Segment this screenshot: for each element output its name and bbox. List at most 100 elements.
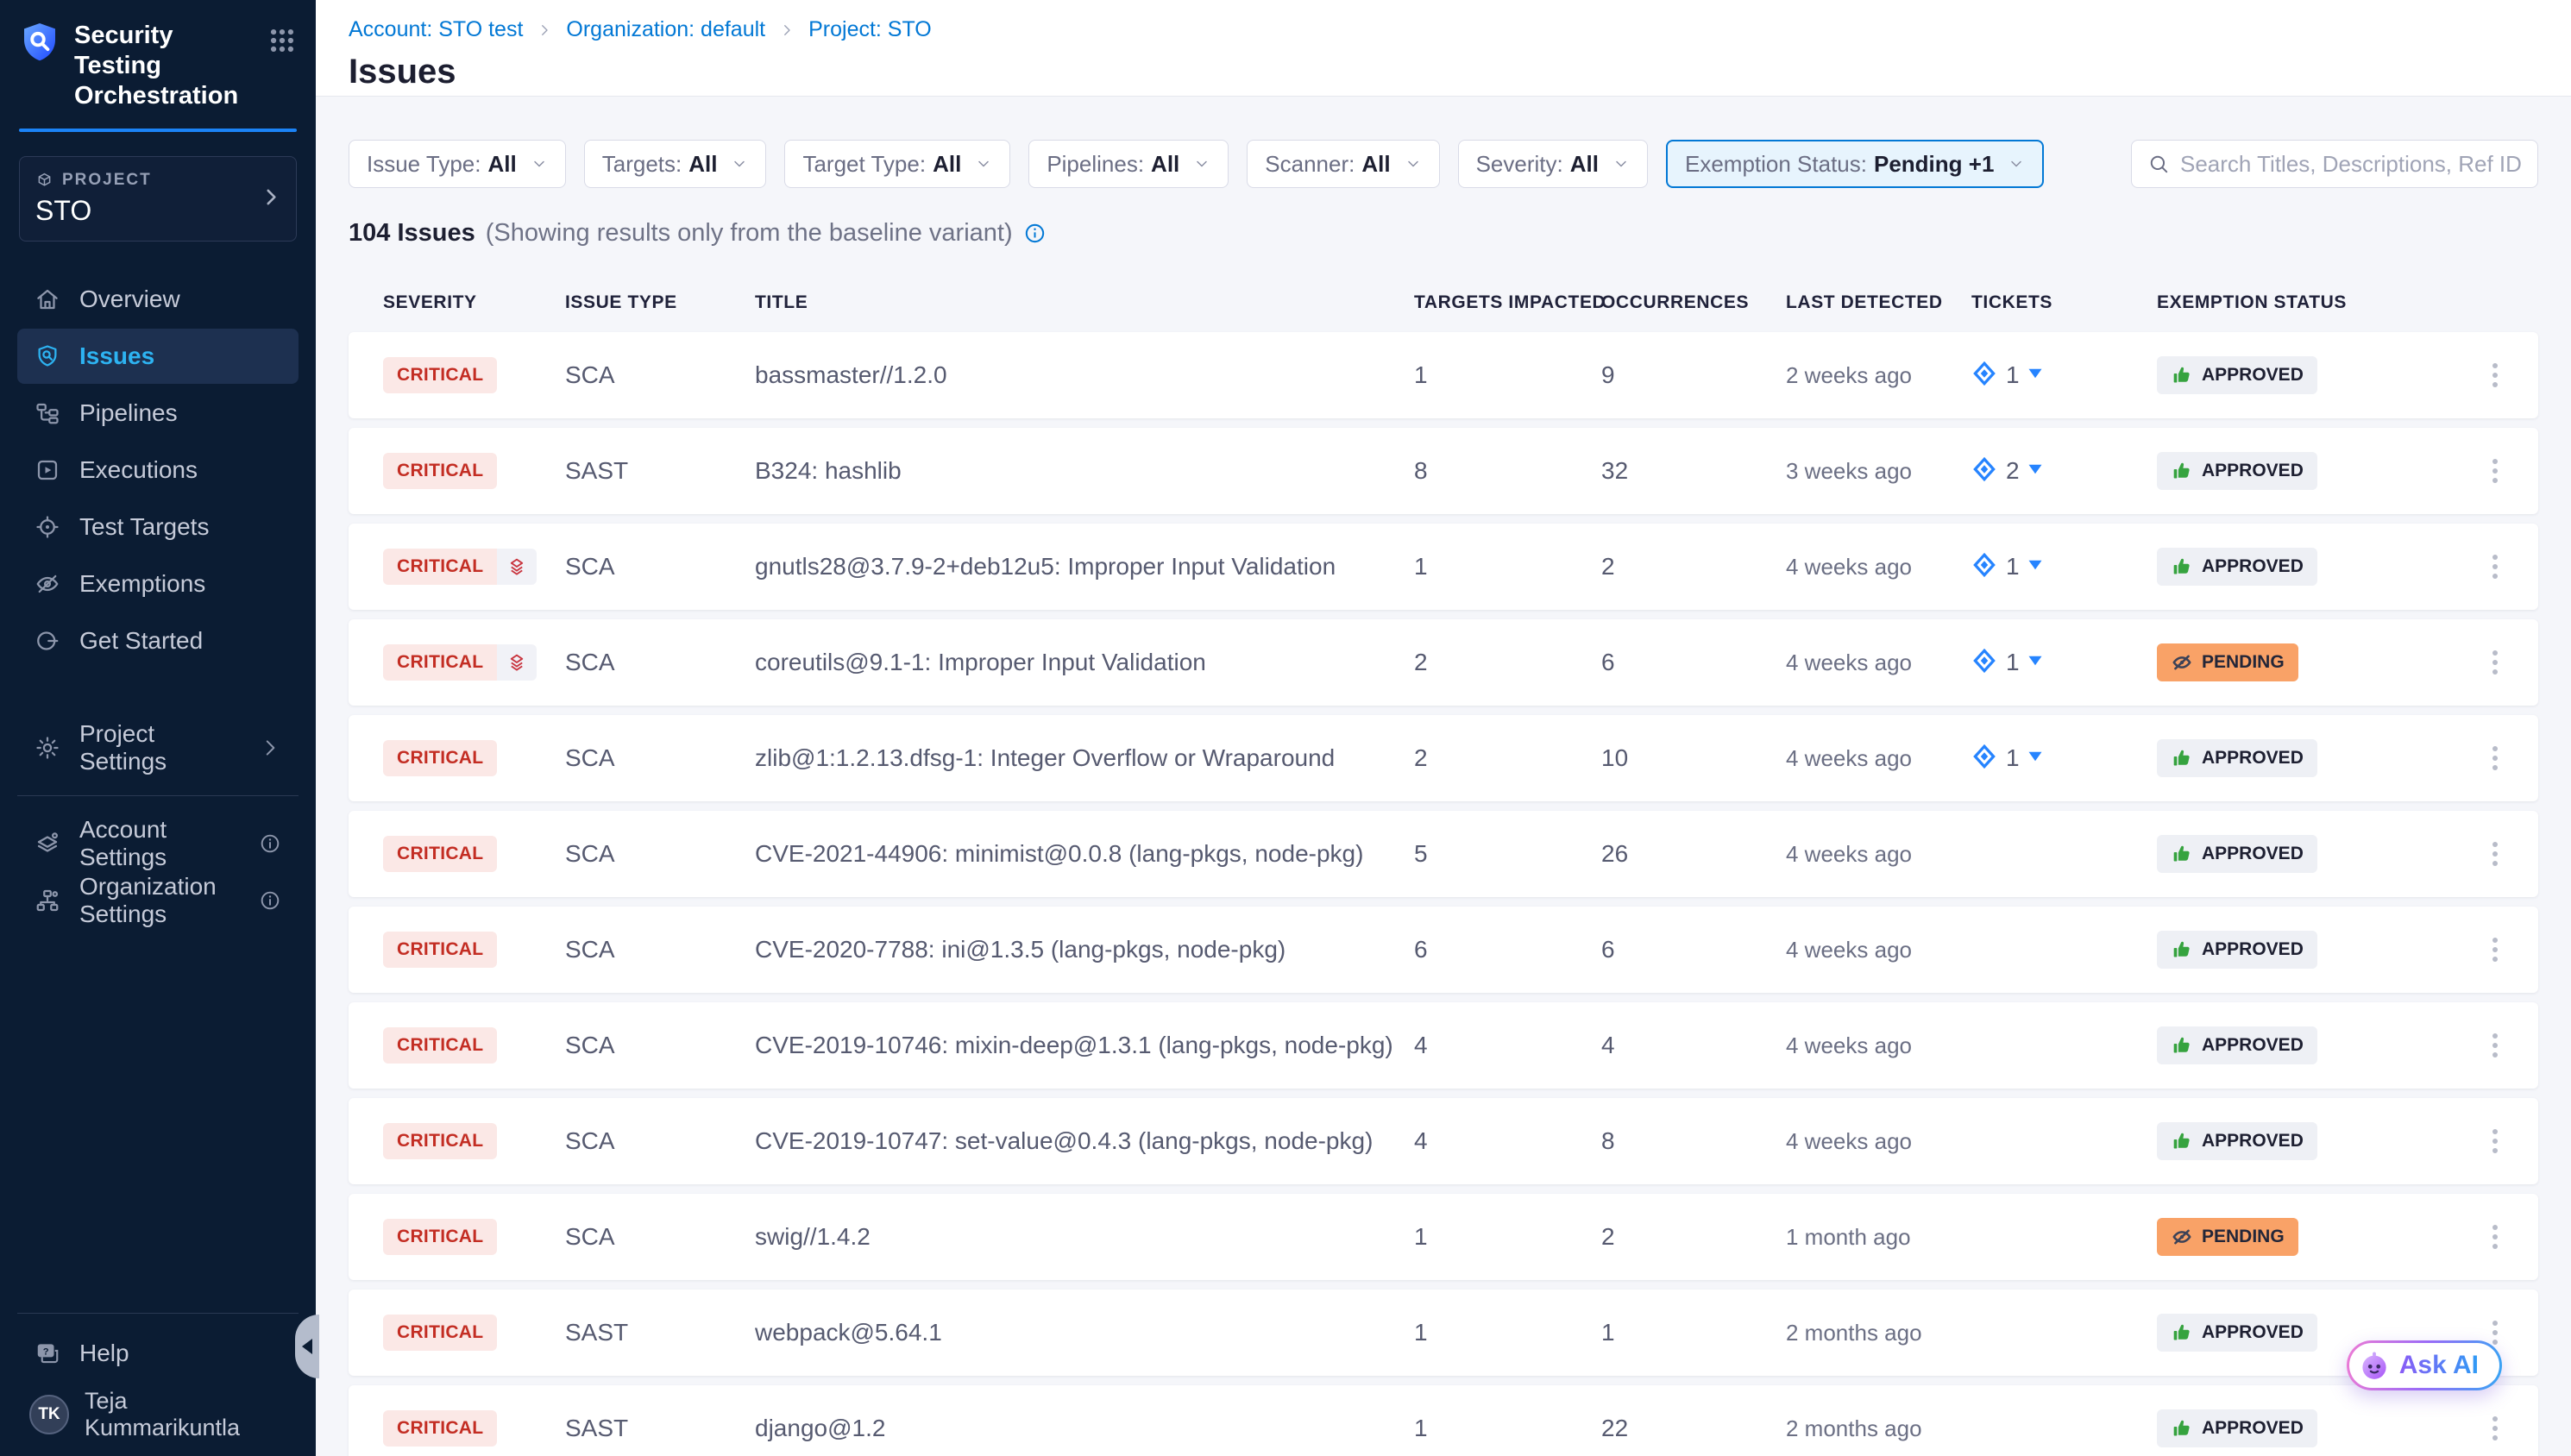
filter-exemption-status[interactable]: Exemption Status:Pending +1	[1666, 140, 2044, 188]
filter-pipelines[interactable]: Pipelines:All	[1028, 140, 1229, 188]
status-label: APPROVED	[2202, 1418, 2304, 1439]
sidebar-item-pipelines[interactable]: Pipelines	[17, 386, 299, 441]
filter-severity[interactable]: Severity:All	[1458, 140, 1648, 188]
tickets-cell: 1	[1971, 744, 2157, 774]
row-menu-button[interactable]	[2484, 1408, 2506, 1449]
app-grid-icon[interactable]	[267, 26, 297, 60]
row-menu-button[interactable]	[2484, 929, 2506, 970]
filter-targets[interactable]: Targets:All	[584, 140, 767, 188]
ticket-count: 2	[2006, 457, 2020, 485]
accent-divider	[19, 129, 297, 132]
filter-issue-type[interactable]: Issue Type: All	[349, 140, 566, 188]
sidebar-item-help[interactable]: ? Help	[17, 1326, 299, 1381]
table-row[interactable]: CRITICALSASTB324: hashlib8323 weeks ago2…	[349, 428, 2538, 514]
issue-title: CVE-2021-44906: minimist@0.0.8 (lang-pkg…	[755, 840, 1414, 868]
table-row[interactable]: CRITICALSCACVE-2019-10747: set-value@0.4…	[349, 1098, 2538, 1184]
table-row[interactable]: CRITICALSCAzlib@1:1.2.13.dfsg-1: Integer…	[349, 715, 2538, 801]
row-menu-button[interactable]	[2484, 1025, 2506, 1066]
sidebar-item-test-targets[interactable]: Test Targets	[17, 499, 299, 555]
row-menu-button[interactable]	[2484, 833, 2506, 875]
filter-label: Pipelines:	[1047, 151, 1144, 178]
row-menu-button[interactable]	[2484, 1120, 2506, 1162]
status-label: APPROVED	[2202, 365, 2304, 386]
filter-value: All	[688, 151, 717, 178]
table-row[interactable]: CRITICALSCACVE-2020-7788: ini@1.3.5 (lan…	[349, 907, 2538, 993]
last-detected-cell: 4 weeks ago	[1786, 745, 1971, 772]
breadcrumb-link[interactable]: Project: STO	[808, 17, 932, 42]
ticket-dropdown[interactable]: 1	[1971, 361, 2157, 391]
sidebar-item-project-settings[interactable]: Project Settings	[17, 720, 299, 775]
breadcrumb-separator-icon	[779, 22, 795, 38]
sidebar-item-exemptions[interactable]: Exemptions	[17, 556, 299, 612]
ticket-dropdown[interactable]: 2	[1971, 456, 2157, 486]
user-name: Teja Kummarikuntla	[85, 1388, 286, 1441]
project-label: PROJECT	[62, 171, 152, 190]
sidebar-item-get-started[interactable]: Get Started	[17, 613, 299, 668]
breadcrumb-link[interactable]: Account: STO test	[349, 17, 523, 42]
severity-cell: CRITICAL	[383, 1219, 565, 1255]
sidebar-item-label: Executions	[79, 456, 198, 484]
severity-cell: CRITICAL	[383, 1027, 565, 1064]
sidebar-nav: OverviewIssuesPipelines Executions Test Ta…	[0, 271, 316, 669]
filter-target-type[interactable]: Target Type:All	[784, 140, 1010, 188]
table-row[interactable]: CRITICALSCAswig//1.4.2121 month agoPENDI…	[349, 1194, 2538, 1280]
table-row[interactable]: CRITICALSCAbassmaster//1.2.0192 weeks ag…	[349, 332, 2538, 418]
exemption-status-cell: APPROVED	[2157, 548, 2465, 586]
row-menu-button[interactable]	[2484, 737, 2506, 779]
filter-label: Severity:	[1476, 151, 1563, 178]
table-row[interactable]: CRITICALSASTdjango@1.21222 months agoAPP…	[349, 1385, 2538, 1456]
table-row[interactable]: CRITICALSCACVE-2019-10746: mixin-deep@1.…	[349, 1002, 2538, 1089]
occurrences-cell: 2	[1601, 553, 1786, 581]
user-menu[interactable]: TK Teja Kummarikuntla	[17, 1382, 299, 1447]
targets-impacted-cell: 4	[1414, 1032, 1601, 1059]
occurrences-cell: 6	[1601, 649, 1786, 676]
ticket-dropdown[interactable]: 1	[1971, 648, 2157, 678]
occurrences-cell: 22	[1601, 1415, 1786, 1442]
table-row[interactable]: CRITICALSASTwebpack@5.64.1112 months ago…	[349, 1290, 2538, 1376]
sidebar-item-account-settings[interactable]: Account Settings	[17, 816, 299, 871]
filter-value: All	[933, 151, 961, 178]
search-input[interactable]	[2180, 151, 2522, 178]
ticket-count: 1	[2006, 361, 2020, 389]
last-detected-cell: 2 months ago	[1786, 1320, 1971, 1346]
filter-label: Issue Type:	[367, 151, 481, 178]
table-row[interactable]: CRITICALSCACVE-2021-44906: minimist@0.0.…	[349, 811, 2538, 897]
sidebar-item-executions[interactable]: Executions	[17, 442, 299, 498]
row-menu-button[interactable]	[2484, 642, 2506, 683]
project-selector[interactable]: PROJECT STO	[19, 156, 297, 242]
targets-impacted-cell: 1	[1414, 1223, 1601, 1251]
row-menu-button[interactable]	[2484, 546, 2506, 587]
exemption-status-cell: APPROVED	[2157, 739, 2465, 777]
status-label: PENDING	[2202, 1227, 2285, 1247]
info-icon[interactable]	[259, 889, 281, 912]
breadcrumb-link[interactable]: Organization: default	[566, 17, 765, 42]
column-header: EXEMPTION STATUS	[2157, 292, 2465, 313]
ticket-dropdown[interactable]: 1	[1971, 744, 2157, 774]
sidebar-item-issues[interactable]: Issues	[17, 329, 299, 384]
table-row[interactable]: CRITICALSCAcoreutils@9.1-1: Improper Inp…	[349, 619, 2538, 706]
ticket-count: 1	[2006, 744, 2020, 772]
sidebar-item-overview[interactable]: Overview	[17, 272, 299, 327]
table-row[interactable]: CRITICALSCAgnutls28@3.7.9-2+deb12u5: Imp…	[349, 524, 2538, 610]
severity-badge: CRITICAL	[383, 1315, 497, 1351]
ask-ai-button[interactable]: Ask AI	[2347, 1340, 2502, 1390]
chevron-down-icon	[731, 155, 748, 173]
issue-title: zlib@1:1.2.13.dfsg-1: Integer Overflow o…	[755, 744, 1414, 772]
filter-value: All	[488, 151, 517, 178]
info-icon[interactable]	[259, 832, 281, 855]
severity-stack-segment	[497, 549, 537, 585]
severity-cell: CRITICAL	[383, 836, 565, 872]
row-menu-button[interactable]	[2484, 355, 2506, 396]
filter-scanner[interactable]: Scanner:All	[1247, 140, 1439, 188]
chevron-right-icon	[260, 185, 282, 212]
tickets-cell: 1	[1971, 552, 2157, 582]
executions-icon	[35, 457, 60, 483]
row-menu-button[interactable]	[2484, 1216, 2506, 1258]
severity-badge: CRITICAL	[383, 740, 497, 776]
ticket-dropdown[interactable]: 1	[1971, 552, 2157, 582]
status-label: APPROVED	[2202, 461, 2304, 481]
row-menu-button[interactable]	[2484, 450, 2506, 492]
info-icon[interactable]	[1023, 222, 1047, 245]
sidebar-item-organization-settings[interactable]: Organization Settings	[17, 873, 299, 928]
ai-robot-icon	[2358, 1349, 2391, 1382]
